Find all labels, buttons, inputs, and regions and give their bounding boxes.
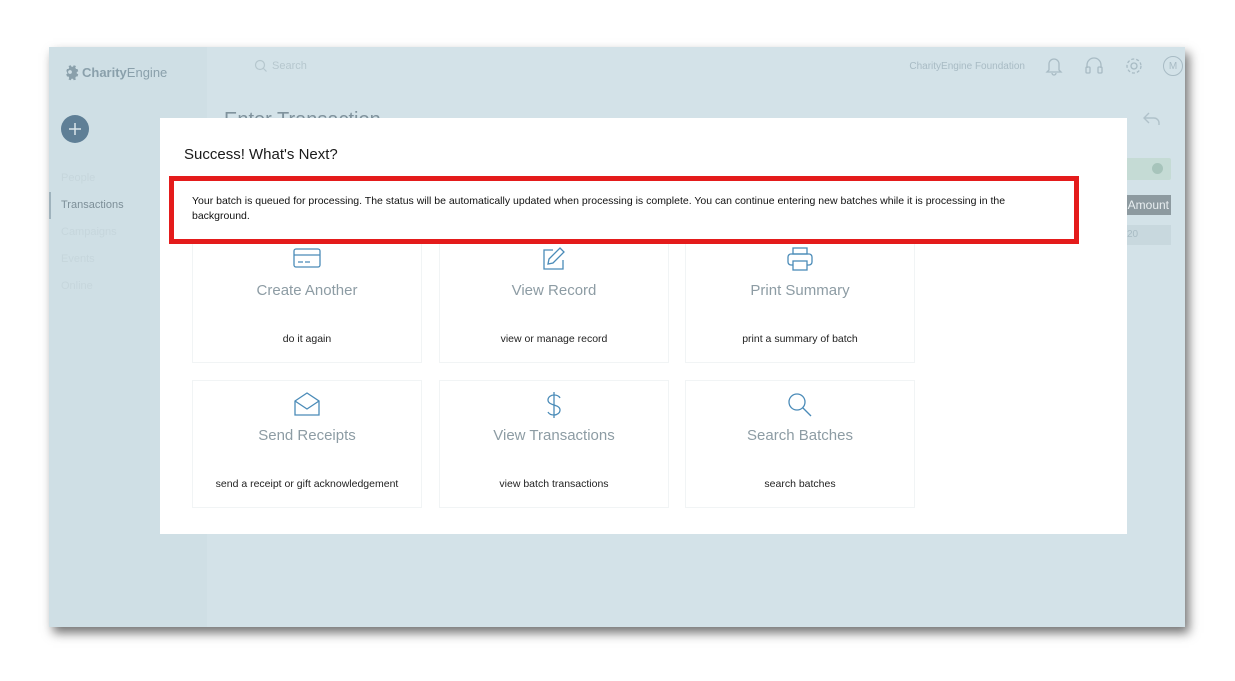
card-description: view batch transactions (499, 478, 609, 490)
view-transactions-card[interactable]: View Transactions view batch transaction… (439, 380, 669, 508)
edit-icon (440, 246, 668, 272)
card-title: Print Summary (750, 282, 850, 299)
search-input[interactable]: Search (272, 60, 307, 72)
credit-card-icon (193, 246, 421, 272)
create-another-card[interactable]: Create Another do it again (192, 235, 422, 363)
card-title: View Record (511, 282, 597, 299)
queued-status-message: Your batch is queued for processing. The… (169, 176, 1079, 244)
print-summary-card[interactable]: Print Summary print a summary of batch (685, 235, 915, 363)
add-button[interactable] (61, 115, 89, 143)
send-receipts-card[interactable]: Send Receipts send a receipt or gift ack… (192, 380, 422, 508)
logo-text-light: Engine (126, 64, 168, 80)
back-arrow-icon[interactable] (1142, 111, 1162, 132)
card-description: view or manage record (500, 333, 608, 345)
card-description: send a receipt or gift acknowledgement (215, 478, 399, 490)
printer-icon (686, 246, 914, 272)
card-description: do it again (282, 333, 332, 345)
status-message-text: Your batch is queued for processing. The… (192, 195, 1006, 222)
bell-icon[interactable] (1043, 55, 1065, 77)
org-name[interactable]: CharityEngine Foundation (909, 61, 1025, 72)
card-description: search batches (764, 478, 836, 490)
logo: CharityEngine (61, 63, 167, 81)
amount-cell: 20 (1125, 225, 1171, 245)
search-batches-card[interactable]: Search Batches search batches (685, 380, 915, 508)
card-title: Search Batches (747, 427, 853, 444)
filter-chip[interactable] (1125, 158, 1171, 180)
avatar[interactable]: M (1163, 56, 1183, 76)
card-description: print a summary of batch (742, 333, 858, 345)
card-title: View Transactions (493, 427, 615, 444)
success-modal: Success! What's Next? Create Another do … (160, 118, 1127, 534)
search-icon (686, 391, 914, 417)
card-title: Send Receipts (258, 427, 356, 444)
headset-icon[interactable] (1083, 55, 1105, 77)
gear-icon[interactable] (1123, 55, 1145, 77)
top-right-toolbar: CharityEngine Foundation M (909, 55, 1185, 77)
modal-title: Success! What's Next? (184, 146, 338, 163)
close-icon[interactable] (1152, 163, 1163, 174)
search-icon (254, 59, 267, 72)
dollar-icon (440, 391, 668, 418)
search-bar[interactable]: Search (254, 59, 307, 73)
logo-text-bold: Charity (82, 64, 127, 80)
amount-column-header: Amount (1125, 195, 1171, 215)
view-record-card[interactable]: View Record view or manage record (439, 235, 669, 363)
card-title: Create Another (256, 282, 358, 299)
envelope-icon (193, 391, 421, 417)
gear-logo-icon (66, 65, 79, 81)
plus-icon (69, 123, 81, 135)
